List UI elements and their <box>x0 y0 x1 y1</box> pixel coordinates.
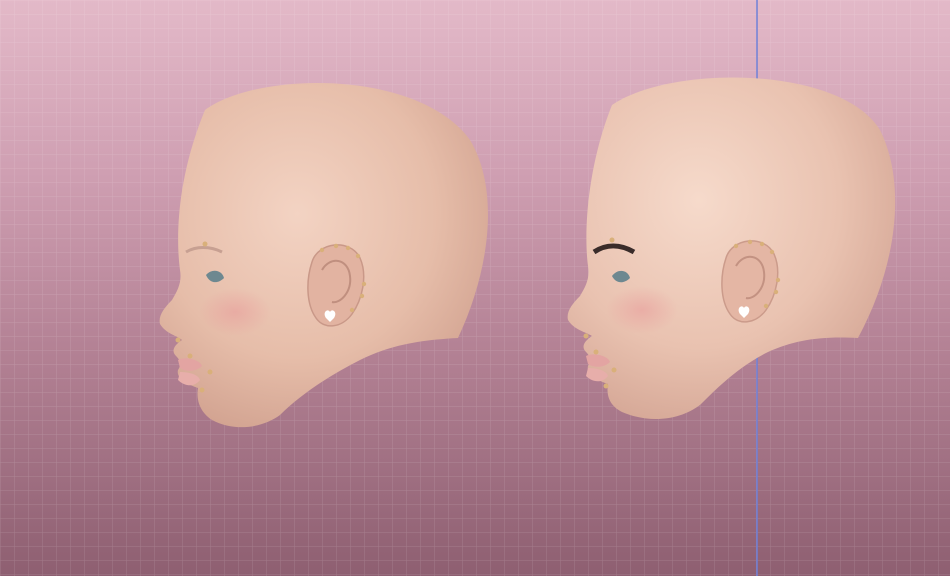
stud <box>202 241 208 247</box>
stud <box>763 303 769 309</box>
stud <box>199 387 205 393</box>
stud <box>207 369 213 375</box>
viewport-canvas <box>0 0 950 576</box>
stud <box>175 337 181 343</box>
stud <box>319 247 325 253</box>
stud <box>355 253 361 259</box>
stud <box>583 333 589 339</box>
blush-left <box>199 288 271 336</box>
blush-right <box>606 286 678 334</box>
stud <box>359 293 365 299</box>
stud <box>333 243 339 249</box>
stud <box>775 277 781 283</box>
stud <box>187 353 193 359</box>
stud <box>611 367 617 373</box>
stud <box>603 383 609 389</box>
stud <box>773 289 779 295</box>
stud <box>759 241 765 247</box>
stud <box>733 243 739 249</box>
stud <box>345 245 351 251</box>
3d-viewport[interactable] <box>0 0 950 576</box>
stud <box>747 239 753 245</box>
stud <box>593 349 599 355</box>
stud <box>361 281 367 287</box>
stud <box>349 307 355 313</box>
stud <box>609 237 615 243</box>
stud <box>769 249 775 255</box>
